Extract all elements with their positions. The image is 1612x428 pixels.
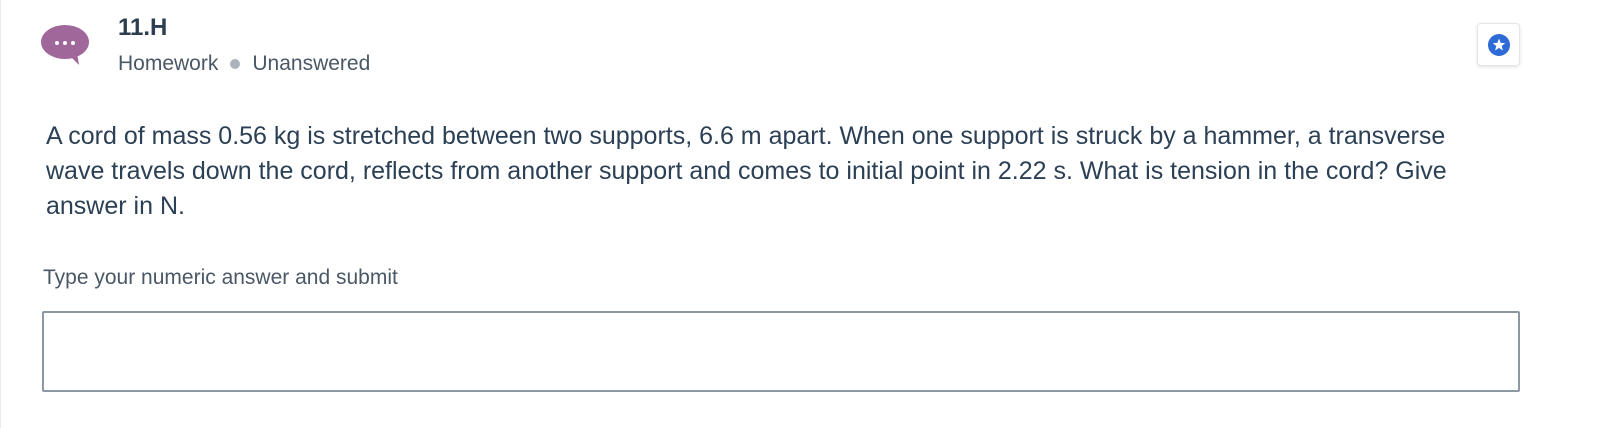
question-title: 11.H: [118, 14, 168, 41]
question-text: A cord of mass 0.56 kg is stretched betw…: [46, 122, 1447, 220]
star-button[interactable]: [1477, 23, 1520, 66]
numeric-answer-input[interactable]: [42, 311, 1520, 392]
star-icon: [1487, 33, 1510, 56]
category-label: Homework: [118, 52, 219, 75]
speech-bubble-icon: [41, 25, 89, 65]
separator-dot-icon: [230, 59, 241, 69]
status-label: Unanswered: [252, 52, 371, 75]
answer-label: Type your numeric answer and submit: [43, 266, 398, 289]
question-card: 11.H Homework Unanswered A cord of mass …: [0, 0, 1612, 428]
question-meta: Homework Unanswered: [118, 51, 370, 77]
